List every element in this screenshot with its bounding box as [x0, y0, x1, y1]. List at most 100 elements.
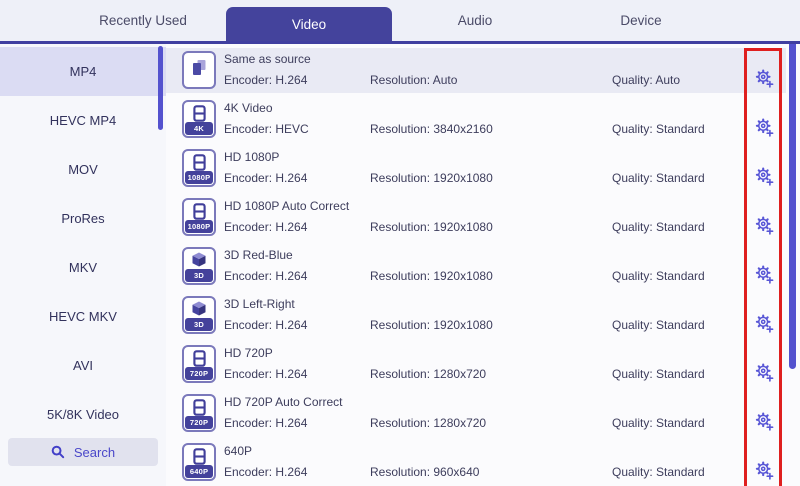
custom-profile-button[interactable]: [754, 166, 774, 186]
format-icon: 720P: [182, 345, 216, 383]
gear-plus-icon: [754, 264, 774, 284]
format-title: 3D Left-Right: [224, 297, 295, 311]
custom-profile-button[interactable]: [754, 264, 774, 284]
sidebar-item-label: MP4: [70, 64, 97, 79]
resolution-badge: 720P: [185, 416, 213, 429]
resolution-badge: 1080P: [185, 220, 213, 233]
sidebar-item-label: AVI: [73, 358, 93, 373]
sidebar-item[interactable]: HEVC MP4: [0, 96, 166, 145]
resolution-badge: 640P: [185, 465, 213, 478]
tab-label: Audio: [458, 13, 493, 28]
film-icon: [191, 203, 208, 220]
resolution-value: Resolution: 1280x720: [370, 416, 486, 430]
sidebar-scrollbar[interactable]: [158, 46, 163, 130]
gear-plus-icon: [754, 460, 774, 480]
format-title: 640P: [224, 444, 252, 458]
sidebar-item[interactable]: 5K/8K Video: [0, 390, 166, 439]
same-as-source-icon: [189, 58, 209, 78]
format-row[interactable]: 3D 3D Red-Blue Encoder: H.264 Resolution…: [166, 244, 786, 289]
format-icon: 640P: [182, 443, 216, 481]
format-sidebar: MP4 HEVC MP4 MOV ProRes MKV HEVC MKV AVI…: [0, 44, 166, 486]
format-row[interactable]: 720P HD 720P Encoder: H.264 Resolution: …: [166, 342, 786, 387]
resolution-badge: 1080P: [185, 171, 213, 184]
format-icon: 3D: [182, 247, 216, 285]
format-row[interactable]: Same as source Encoder: H.264 Resolution…: [166, 48, 786, 93]
format-list-panel: Same as source Encoder: H.264 Resolution…: [166, 44, 800, 486]
tab-recently-used[interactable]: Recently Used: [60, 0, 226, 41]
format-title: 3D Red-Blue: [224, 248, 293, 262]
sidebar-item-label: MOV: [68, 162, 98, 177]
resolution-value: Resolution: 1920x1080: [370, 269, 493, 283]
tab-label: Recently Used: [99, 13, 187, 28]
film-icon: [191, 154, 208, 171]
format-row[interactable]: 640P 640P Encoder: H.264 Resolution: 960…: [166, 440, 786, 485]
format-icon: [182, 51, 216, 89]
format-title: HD 1080P Auto Correct: [224, 199, 349, 213]
quality-value: Quality: Standard: [612, 269, 705, 283]
encoder-value: Encoder: H.264: [224, 220, 307, 234]
custom-profile-button[interactable]: [754, 411, 774, 431]
format-row[interactable]: 1080P HD 1080P Encoder: H.264 Resolution…: [166, 146, 786, 191]
cube-3d-icon: [191, 301, 207, 317]
custom-profile-button[interactable]: [754, 362, 774, 382]
search-icon: [51, 445, 65, 459]
quality-value: Quality: Auto: [612, 73, 680, 87]
search-button-label: Search: [74, 445, 115, 460]
sidebar-item[interactable]: AVI: [0, 341, 166, 390]
film-icon: [191, 399, 208, 416]
format-title: 4K Video: [224, 101, 273, 115]
resolution-badge: 3D: [185, 269, 213, 282]
search-button[interactable]: Search: [8, 438, 158, 466]
custom-profile-button[interactable]: [754, 117, 774, 137]
format-icon: 4K: [182, 100, 216, 138]
tab-label: Device: [620, 13, 661, 28]
resolution-badge: 3D: [185, 318, 213, 331]
sidebar-item-label: HEVC MP4: [50, 113, 116, 128]
quality-value: Quality: Standard: [612, 367, 705, 381]
sidebar-list: MP4 HEVC MP4 MOV ProRes MKV HEVC MKV AVI…: [0, 44, 166, 439]
film-icon: [191, 448, 208, 465]
sidebar-item[interactable]: ProRes: [0, 194, 166, 243]
film-icon: [191, 350, 208, 367]
list-scrollbar[interactable]: [789, 44, 796, 369]
format-row[interactable]: 1080P HD 1080P Auto Correct Encoder: H.2…: [166, 195, 786, 240]
gear-plus-icon: [754, 313, 774, 333]
sidebar-item[interactable]: MOV: [0, 145, 166, 194]
quality-value: Quality: Standard: [612, 122, 705, 136]
tab-device[interactable]: Device: [558, 0, 724, 41]
cube-3d-icon: [191, 252, 207, 268]
tab-label: Video: [292, 17, 326, 32]
encoder-value: Encoder: H.264: [224, 465, 307, 479]
format-title: HD 720P Auto Correct: [224, 395, 343, 409]
resolution-value: Resolution: 960x640: [370, 465, 479, 479]
quality-value: Quality: Standard: [612, 465, 705, 479]
format-title: Same as source: [224, 52, 311, 66]
sidebar-item[interactable]: MP4: [0, 47, 166, 96]
sidebar-item[interactable]: MKV: [0, 243, 166, 292]
format-title: HD 1080P: [224, 150, 279, 164]
encoder-value: Encoder: H.264: [224, 367, 307, 381]
tab-bar: Recently Used Video Audio Device: [0, 0, 800, 44]
film-icon: [191, 105, 208, 122]
tab-video[interactable]: Video: [226, 7, 392, 41]
sidebar-item-label: ProRes: [61, 211, 104, 226]
encoder-value: Encoder: H.264: [224, 171, 307, 185]
quality-value: Quality: Standard: [612, 416, 705, 430]
resolution-badge: 4K: [185, 122, 213, 135]
format-list: Same as source Encoder: H.264 Resolution…: [166, 44, 800, 485]
sidebar-item[interactable]: HEVC MKV: [0, 292, 166, 341]
tab-audio[interactable]: Audio: [392, 0, 558, 41]
sidebar-item-label: MKV: [69, 260, 97, 275]
custom-profile-button[interactable]: [754, 68, 774, 88]
format-row[interactable]: 4K 4K Video Encoder: HEVC Resolution: 38…: [166, 97, 786, 142]
format-row[interactable]: 3D 3D Left-Right Encoder: H.264 Resoluti…: [166, 293, 786, 338]
custom-profile-button[interactable]: [754, 313, 774, 333]
format-icon: 3D: [182, 296, 216, 334]
resolution-value: Resolution: 1920x1080: [370, 318, 493, 332]
format-icon: 1080P: [182, 198, 216, 236]
resolution-value: Resolution: Auto: [370, 73, 457, 87]
custom-profile-button[interactable]: [754, 460, 774, 480]
custom-profile-button[interactable]: [754, 215, 774, 235]
format-row[interactable]: 720P HD 720P Auto Correct Encoder: H.264…: [166, 391, 786, 436]
format-picker-window: Recently Used Video Audio Device MP4 HEV…: [0, 0, 800, 486]
